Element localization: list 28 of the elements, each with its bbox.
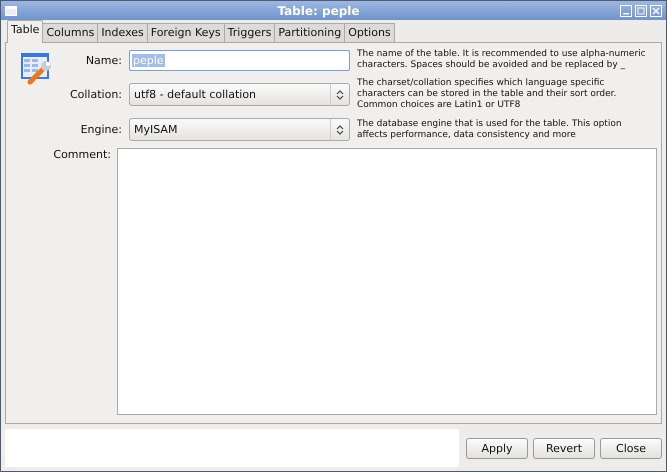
window-title: Table: peple [276, 4, 361, 18]
help-text: The database engine that is used for the table. This option affects performance, data consistency and more [357, 118, 623, 140]
tab[interactable]: Options [344, 23, 395, 43]
tab[interactable]: Foreign Keys [146, 23, 225, 43]
minimize-icon[interactable] [620, 4, 632, 16]
updown-arrows-icon [336, 124, 344, 136]
dropdown[interactable]: utf8 - default collation [129, 83, 350, 106]
close-icon[interactable] [650, 4, 662, 16]
comment-field[interactable] [117, 148, 657, 415]
dialog-button[interactable]: Revert [533, 438, 595, 458]
field-label: Name: [84, 54, 122, 66]
field-label: Collation: [68, 88, 122, 101]
help-text: The name of the table. It is recommended to use alpha-numeric characters. Spaces should be avoided and be replaced by _ [357, 49, 647, 71]
tab[interactable]: Triggers [224, 23, 276, 43]
dropdown[interactable]: MyISAM [129, 118, 350, 141]
window-menu-icon[interactable] [5, 6, 17, 16]
dialog-button[interactable]: Apply [466, 438, 528, 458]
tab[interactable]: Table [7, 20, 44, 43]
updown-arrows-icon [336, 88, 344, 100]
dialog-button[interactable]: Close [600, 438, 662, 458]
tab[interactable]: Columns [42, 23, 98, 43]
field-label: Engine: [80, 123, 122, 136]
tab[interactable]: Partitioning [274, 23, 346, 43]
maximize-icon[interactable] [635, 4, 647, 16]
help-text: The charset/collation specifies which language specific characters can be stored in the table and their sort order. Common choices are Latin1 or UTF8 [357, 78, 618, 111]
table-wrench-icon [20, 51, 54, 85]
tab[interactable]: Indexes [97, 23, 148, 43]
field-label: Comment: [52, 148, 112, 163]
